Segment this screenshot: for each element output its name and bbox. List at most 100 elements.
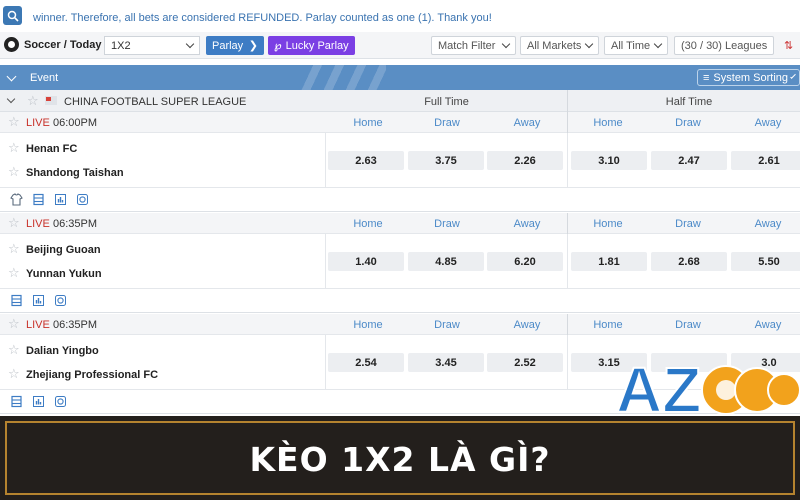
live-badge: LIVE [26, 117, 50, 129]
ticker-message: winner. Therefore, all bets are consider… [33, 12, 492, 24]
favorite-star-icon[interactable]: ☆ [8, 215, 20, 231]
market-type-value: 1X2 [111, 39, 131, 52]
logo-digit [767, 373, 800, 407]
favorite-star-icon[interactable]: ☆ [8, 140, 20, 156]
column-divider [567, 112, 568, 133]
league-row: ☆ CHINA FOOTBALL SUPER LEAGUE Full Time … [0, 90, 800, 112]
home-team: Henan FC [26, 143, 78, 155]
match-filter-dropdown[interactable]: Match Filter [431, 36, 516, 55]
ht-home-label: Home [593, 319, 623, 331]
away-team: Yunnan Yukun [26, 268, 102, 280]
odds-ft-draw[interactable]: 3.75 [408, 151, 484, 170]
away-team: Zhejiang Professional FC [26, 369, 159, 381]
home-team: Beijing Guoan [26, 244, 101, 256]
china-flag-icon [45, 96, 57, 105]
search-icon [7, 10, 19, 22]
soccer-ball-icon [716, 380, 736, 400]
match-status-bar: ☆ LIVE 06:35PM Home Draw Away Home Draw … [0, 213, 800, 234]
match-row: ☆ LIVE 06:35PM Home Draw Away Home Draw … [0, 213, 800, 313]
ft-home-label: Home [353, 218, 383, 230]
odds-ht-home[interactable]: 1.81 [571, 252, 647, 271]
all-time-label: All Time [611, 39, 651, 52]
ht-draw-label: Draw [675, 218, 701, 230]
favorite-star-icon[interactable]: ☆ [8, 366, 20, 382]
half-time-header: Half Time [665, 96, 713, 108]
refresh-icon[interactable] [54, 294, 67, 307]
ft-away-label: Away [513, 117, 541, 129]
announcement-ticker: winner. Therefore, all bets are consider… [0, 0, 800, 32]
jersey-icon[interactable] [10, 193, 23, 206]
collapse-chevron-icon[interactable] [6, 71, 17, 82]
ht-away-label: Away [754, 319, 782, 331]
stats-list-icon[interactable] [10, 395, 23, 408]
ht-home-label: Home [593, 117, 623, 129]
odds-ht-away[interactable]: 2.61 [731, 151, 800, 170]
match-filter-label: Match Filter [438, 39, 496, 52]
odds-ft-home[interactable]: 1.40 [328, 252, 404, 271]
sport-label: Soccer / Today [24, 38, 102, 51]
odds-ht-home[interactable]: 3.10 [571, 151, 647, 170]
all-time-dropdown[interactable]: All Time [604, 36, 668, 55]
favorite-star-icon[interactable]: ☆ [8, 265, 20, 281]
odds-ft-away[interactable]: 6.20 [487, 252, 563, 271]
favorite-star-icon[interactable]: ☆ [27, 93, 39, 109]
stats-list-icon[interactable] [10, 294, 23, 307]
column-divider [567, 335, 568, 389]
refresh-icon[interactable] [54, 395, 67, 408]
match-row: ☆ LIVE 06:00PM Home Draw Away Home Draw … [0, 112, 800, 212]
ft-home-label: Home [353, 117, 383, 129]
parlay-button[interactable]: Parlay ❯ [206, 36, 264, 55]
live-badge: LIVE [26, 319, 50, 331]
ft-draw-label: Draw [434, 117, 460, 129]
chart-icon[interactable] [32, 294, 45, 307]
favorite-star-icon[interactable]: ☆ [8, 114, 20, 130]
full-time-header: Full Time [424, 96, 469, 108]
chart-icon[interactable] [32, 395, 45, 408]
refresh-icon[interactable] [76, 193, 89, 206]
system-sorting-dropdown[interactable]: ≡ System Sorting [697, 69, 800, 86]
ft-away-label: Away [513, 218, 541, 230]
league-collapse-icon[interactable] [6, 94, 16, 104]
ht-home-label: Home [593, 218, 623, 230]
sort-toggle-icon[interactable]: ⇅ [784, 39, 793, 52]
odds-ht-draw[interactable]: 2.47 [651, 151, 727, 170]
event-header: Event ≡ System Sorting [0, 65, 800, 90]
ht-draw-label: Draw [675, 117, 701, 129]
column-divider [567, 314, 568, 335]
sort-icon: ≡ [703, 71, 710, 84]
market-type-select[interactable]: 1X2 [104, 36, 200, 55]
header-stripe-decoration [300, 65, 386, 90]
stats-list-icon[interactable] [32, 193, 45, 206]
odds-ht-away[interactable]: 5.50 [731, 252, 800, 271]
odds-ft-away[interactable]: 2.26 [487, 151, 563, 170]
sport-selector[interactable]: Soccer / Today [4, 37, 101, 52]
column-divider [325, 335, 326, 389]
column-divider [567, 213, 568, 234]
leagues-dropdown[interactable]: (30 / 30) Leagues [674, 36, 774, 55]
favorite-star-icon[interactable]: ☆ [8, 241, 20, 257]
lucky-icon: ℘ [274, 40, 282, 52]
match-status-bar: ☆ LIVE 06:00PM Home Draw Away Home Draw … [0, 112, 800, 133]
ht-draw-label: Draw [675, 319, 701, 331]
odds-ht-draw[interactable]: 2.68 [651, 252, 727, 271]
odds-ft-home[interactable]: 2.63 [328, 151, 404, 170]
chevron-down-icon [185, 39, 195, 49]
ft-draw-label: Draw [434, 319, 460, 331]
favorite-star-icon[interactable]: ☆ [8, 316, 20, 332]
banner-title: KÈO 1X2 LÀ GÌ? [249, 440, 551, 479]
away-team: Shandong Taishan [26, 167, 124, 179]
odds-ft-away[interactable]: 2.52 [487, 353, 563, 372]
favorite-star-icon[interactable]: ☆ [8, 342, 20, 358]
lucky-parlay-button[interactable]: ℘ Lucky Parlay [268, 36, 355, 55]
search-button[interactable] [3, 6, 22, 25]
odds-ft-draw[interactable]: 4.85 [408, 252, 484, 271]
all-markets-dropdown[interactable]: All Markets [520, 36, 599, 55]
ht-away-label: Away [754, 218, 782, 230]
ft-draw-label: Draw [434, 218, 460, 230]
chevron-right-icon: ❯ [248, 40, 258, 52]
chevron-down-icon [790, 73, 796, 79]
odds-ft-home[interactable]: 2.54 [328, 353, 404, 372]
chart-icon[interactable] [54, 193, 67, 206]
favorite-star-icon[interactable]: ☆ [8, 164, 20, 180]
odds-ft-draw[interactable]: 3.45 [408, 353, 484, 372]
